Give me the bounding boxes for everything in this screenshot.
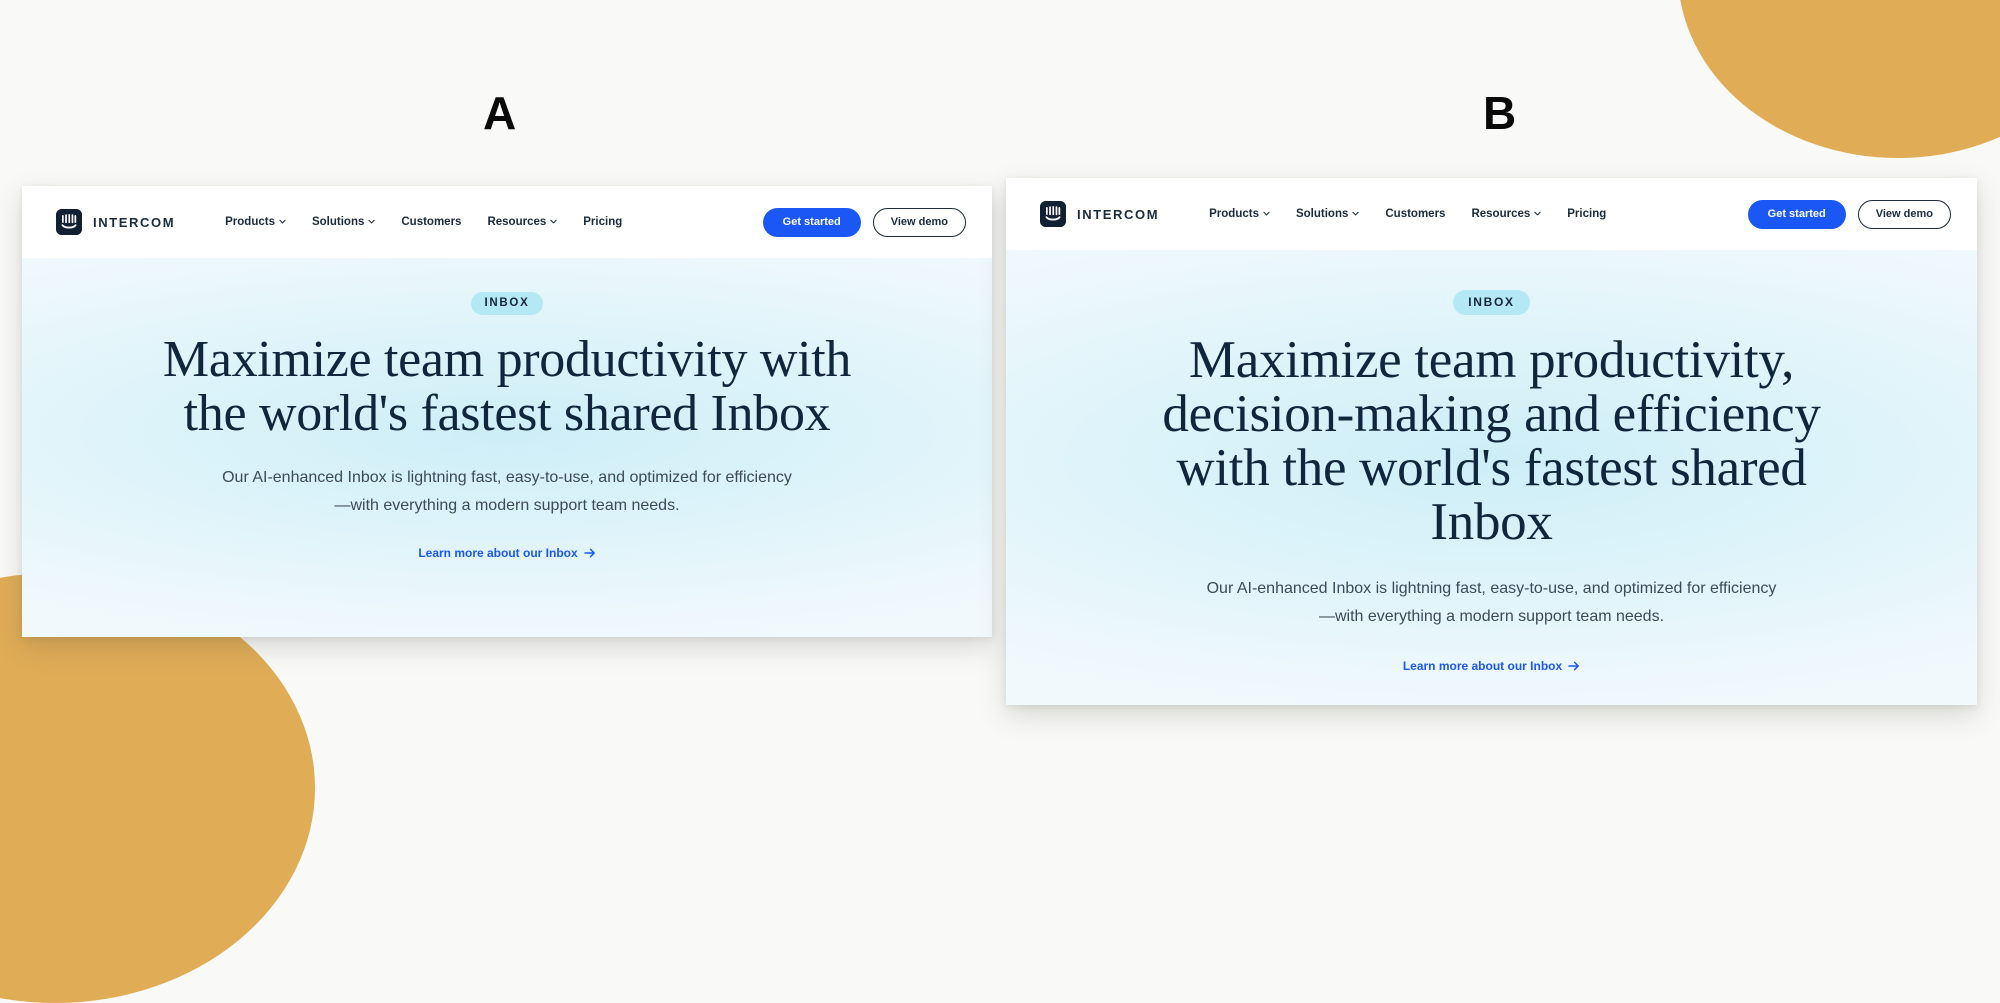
variant-panel-b: INTERCOM Products Solutions Customers Re… bbox=[1006, 178, 1977, 705]
intercom-logo-icon bbox=[56, 209, 82, 235]
chevron-down-icon bbox=[368, 218, 376, 225]
brand-b[interactable]: INTERCOM bbox=[1040, 201, 1159, 227]
nav-item-label: Solutions bbox=[311, 216, 365, 228]
decorative-circle-bottom-left bbox=[0, 573, 315, 1003]
intercom-logo-icon bbox=[1040, 201, 1066, 227]
nav-item-label: Pricing bbox=[1567, 208, 1607, 220]
nav-item-resources-a[interactable]: Resources bbox=[487, 216, 557, 228]
chevron-down-icon bbox=[279, 218, 286, 225]
nav-item-pricing-a[interactable]: Pricing bbox=[583, 216, 622, 228]
nav-item-solutions-b[interactable]: Solutions bbox=[1295, 208, 1360, 220]
nav-item-products-a[interactable]: Products bbox=[225, 216, 286, 228]
arrow-right-icon bbox=[1568, 661, 1580, 671]
get-started-button-a[interactable]: Get started bbox=[762, 207, 861, 237]
nav-item-label: Resources bbox=[487, 216, 547, 228]
nav-item-resources-b[interactable]: Resources bbox=[1471, 208, 1541, 220]
view-demo-button-b[interactable]: View demo bbox=[1857, 199, 1951, 229]
hero-badge-b: INBOX bbox=[1453, 290, 1530, 315]
brand-name-b: INTERCOM bbox=[1077, 206, 1160, 222]
learn-more-link-a[interactable]: Learn more about our Inbox bbox=[418, 546, 595, 560]
brand-a[interactable]: INTERCOM bbox=[56, 209, 175, 235]
hero-badge-a: INBOX bbox=[470, 292, 544, 315]
nav-actions-b: Get started View demo bbox=[1747, 199, 1951, 229]
nav-item-label: Resources bbox=[1471, 208, 1531, 220]
nav-item-label: Customers bbox=[401, 216, 462, 228]
get-started-button-b[interactable]: Get started bbox=[1747, 199, 1846, 229]
nav-item-label: Products bbox=[225, 216, 275, 228]
nav-item-pricing-b[interactable]: Pricing bbox=[1567, 208, 1606, 220]
chevron-down-icon bbox=[1534, 210, 1541, 217]
chevron-down-icon bbox=[550, 218, 557, 225]
variant-label-a: A bbox=[483, 87, 516, 139]
nav-item-label: Customers bbox=[1385, 208, 1446, 220]
nav-item-customers-b[interactable]: Customers bbox=[1385, 208, 1445, 220]
hero-subtitle-b: Our AI-enhanced Inbox is lightning fast,… bbox=[1206, 580, 1777, 625]
chevron-down-icon bbox=[1352, 210, 1360, 217]
arrow-right-icon bbox=[583, 548, 596, 558]
hero-section-b: INBOX Maximize team productivity, decisi… bbox=[1006, 250, 1977, 705]
navbar-a: INTERCOM Products Solutions Customers Re… bbox=[22, 186, 992, 258]
hero-title-a: Maximize team productivity with the worl… bbox=[162, 331, 852, 442]
nav-item-label: Solutions bbox=[1295, 208, 1349, 220]
hero-subtitle-a: Our AI-enhanced Inbox is lightning fast,… bbox=[222, 469, 792, 514]
nav-links-a: Products Solutions Customers Resources P… bbox=[225, 216, 622, 228]
learn-more-link-b[interactable]: Learn more about our Inbox bbox=[1403, 659, 1580, 673]
variant-label-b: B bbox=[1483, 87, 1516, 139]
learn-more-link-label: Learn more about our Inbox bbox=[418, 546, 578, 560]
chevron-down-icon bbox=[1263, 210, 1270, 217]
hero-title-b: Maximize team productivity, decision-mak… bbox=[1162, 331, 1821, 551]
learn-more-link-label: Learn more about our Inbox bbox=[1402, 659, 1563, 673]
nav-item-label: Products bbox=[1209, 208, 1259, 220]
view-demo-button-a[interactable]: View demo bbox=[872, 207, 966, 237]
nav-item-products-b[interactable]: Products bbox=[1209, 208, 1270, 220]
hero-section-a: INBOX Maximize team productivity with th… bbox=[22, 258, 992, 637]
nav-item-customers-a[interactable]: Customers bbox=[401, 216, 461, 228]
nav-links-b: Products Solutions Customers Resources P… bbox=[1209, 208, 1606, 220]
nav-item-label: Pricing bbox=[583, 216, 623, 228]
nav-item-solutions-a[interactable]: Solutions bbox=[311, 216, 376, 228]
nav-actions-a: Get started View demo bbox=[762, 207, 966, 237]
variant-panel-a: INTERCOM Products Solutions Customers Re… bbox=[22, 186, 992, 637]
brand-name-a: INTERCOM bbox=[93, 214, 176, 230]
decorative-circle-top-right bbox=[1678, 0, 2000, 158]
navbar-b: INTERCOM Products Solutions Customers Re… bbox=[1006, 178, 1977, 250]
